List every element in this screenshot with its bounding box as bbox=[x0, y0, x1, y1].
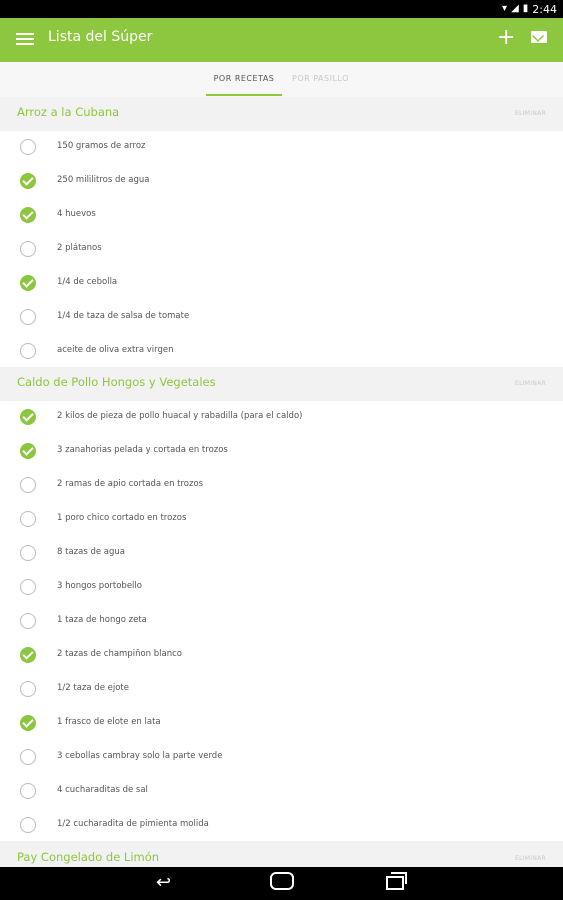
status-bar: ▾ ◢ ▮ 2:44 bbox=[0, 0, 563, 18]
ingredient-label: 2 plátanos bbox=[57, 243, 102, 253]
ingredient-item[interactable]: 250 mililitros de agua bbox=[0, 165, 563, 199]
recipe-title: Pay Congelado de Limón bbox=[17, 850, 160, 864]
ingredient-item[interactable]: 8 tazas de agua bbox=[0, 537, 563, 571]
ingredient-label: 8 tazas de agua bbox=[57, 547, 125, 557]
active-tab-indicator bbox=[206, 94, 282, 96]
checkbox[interactable] bbox=[20, 241, 36, 257]
checkbox[interactable] bbox=[20, 343, 36, 359]
ingredient-label: 2 ramas de apio cortada en trozos bbox=[57, 479, 204, 489]
checkbox[interactable] bbox=[20, 817, 36, 833]
recipe-header: Pay Congelado de Limón ELIMINAR bbox=[0, 841, 563, 867]
checkbox[interactable] bbox=[20, 139, 36, 155]
checkbox[interactable] bbox=[20, 613, 36, 629]
ingredient-label: 2 kilos de pieza de pollo huacal y rabad… bbox=[57, 411, 303, 421]
ingredient-item[interactable]: 1 poro chico cortado en trozos bbox=[0, 503, 563, 537]
ingredient-item[interactable]: 2 kilos de pieza de pollo huacal y rabad… bbox=[0, 401, 563, 435]
ingredient-item[interactable]: 2 plátanos bbox=[0, 233, 563, 267]
ingredient-label: 4 cucharaditas de sal bbox=[57, 785, 148, 795]
checkbox[interactable] bbox=[20, 647, 36, 663]
ingredient-label: 3 hongos portobello bbox=[57, 581, 142, 591]
ingredient-item[interactable]: 4 huevos bbox=[0, 199, 563, 233]
mail-icon[interactable] bbox=[531, 31, 547, 43]
checkbox[interactable] bbox=[20, 715, 36, 731]
ingredient-item[interactable]: 2 ramas de apio cortada en trozos bbox=[0, 469, 563, 503]
checkbox[interactable] bbox=[20, 749, 36, 765]
recent-apps-icon[interactable] bbox=[386, 872, 407, 890]
ingredient-item[interactable]: 1/4 de cebolla bbox=[0, 267, 563, 301]
ingredient-label: aceite de oliva extra virgen bbox=[57, 345, 174, 355]
ingredient-item[interactable]: 1/2 cucharadita de pimienta molida bbox=[0, 809, 563, 843]
checkbox[interactable] bbox=[20, 545, 36, 561]
ingredient-label: 1 frasco de elote en lata bbox=[57, 717, 161, 727]
recipe-title: Caldo de Pollo Hongos y Vegetales bbox=[17, 375, 216, 389]
delete-recipe-button[interactable]: ELIMINAR bbox=[515, 380, 546, 387]
recipe-header: Arroz a la Cubana ELIMINAR bbox=[0, 97, 563, 131]
ingredient-label: 1/2 cucharadita de pimienta molida bbox=[57, 819, 209, 829]
ingredient-label: 2 tazas de champiñon blanco bbox=[57, 649, 182, 659]
hamburger-menu-icon[interactable] bbox=[16, 30, 34, 50]
checkbox[interactable] bbox=[20, 309, 36, 325]
navigation-bar: ↩ bbox=[0, 867, 563, 900]
app-title: Lista del Súper bbox=[48, 29, 153, 45]
back-icon[interactable]: ↩ bbox=[156, 874, 171, 892]
recipe-header: Caldo de Pollo Hongos y Vegetales ELIMIN… bbox=[0, 367, 563, 401]
checkbox[interactable] bbox=[20, 783, 36, 799]
ingredient-label: 1/4 de taza de salsa de tomate bbox=[57, 311, 190, 321]
ingredient-item[interactable]: aceite de oliva extra virgen bbox=[0, 335, 563, 369]
ingredient-item[interactable]: 2 tazas de champiñon blanco bbox=[0, 639, 563, 673]
ingredient-label: 1/4 de cebolla bbox=[57, 277, 118, 287]
checkbox[interactable] bbox=[20, 681, 36, 697]
ingredient-label: 3 cebollas cambray solo la parte verde bbox=[57, 751, 223, 761]
checkbox[interactable] bbox=[20, 409, 36, 425]
checkbox[interactable] bbox=[20, 207, 36, 223]
checkbox[interactable] bbox=[20, 477, 36, 493]
recipe-title: Arroz a la Cubana bbox=[17, 105, 120, 119]
ingredient-item[interactable]: 150 gramos de arroz bbox=[0, 131, 563, 165]
ingredient-item[interactable]: 3 zanahorias pelada y cortada en trozos bbox=[0, 435, 563, 469]
battery-icon: ▮ bbox=[522, 3, 529, 14]
ingredient-item[interactable]: 1/2 taza de ejote bbox=[0, 673, 563, 707]
ingredient-item[interactable]: 1/4 de taza de salsa de tomate bbox=[0, 301, 563, 335]
ingredient-label: 4 huevos bbox=[57, 209, 96, 219]
checkbox[interactable] bbox=[20, 511, 36, 527]
ingredient-item[interactable]: 1 taza de hongo zeta bbox=[0, 605, 563, 639]
ingredient-item[interactable]: 3 cebollas cambray solo la parte verde bbox=[0, 741, 563, 775]
ingredient-label: 250 mililitros de agua bbox=[57, 175, 150, 185]
wifi-icon: ▾ bbox=[502, 3, 508, 14]
ingredient-item[interactable]: 4 cucharaditas de sal bbox=[0, 775, 563, 809]
ingredient-label: 1/2 taza de ejote bbox=[57, 683, 129, 693]
checkbox[interactable] bbox=[20, 173, 36, 189]
delete-recipe-button[interactable]: ELIMINAR bbox=[515, 855, 546, 862]
checkbox[interactable] bbox=[20, 579, 36, 595]
ingredient-item[interactable]: 3 hongos portobello bbox=[0, 571, 563, 605]
ingredient-label: 1 taza de hongo zeta bbox=[57, 615, 147, 625]
status-time: 2:44 bbox=[532, 2, 557, 16]
tab-bar: POR RECETAS POR PASILLO bbox=[0, 62, 563, 97]
home-icon[interactable] bbox=[270, 872, 294, 890]
checkbox[interactable] bbox=[20, 443, 36, 459]
ingredient-label: 3 zanahorias pelada y cortada en trozos bbox=[57, 445, 228, 455]
ingredient-label: 150 gramos de arroz bbox=[57, 141, 146, 151]
tab-por-pasillo[interactable]: POR PASILLO bbox=[292, 74, 349, 83]
signal-icon: ◢ bbox=[511, 3, 519, 14]
app-bar: Lista del Súper + bbox=[0, 18, 563, 62]
ingredient-item[interactable]: 1 frasco de elote en lata bbox=[0, 707, 563, 741]
delete-recipe-button[interactable]: ELIMINAR bbox=[515, 110, 546, 117]
ingredient-label: 1 poro chico cortado en trozos bbox=[57, 513, 187, 523]
tab-por-recetas[interactable]: POR RECETAS bbox=[206, 74, 282, 83]
add-button[interactable]: + bbox=[497, 25, 515, 51]
checkbox[interactable] bbox=[20, 275, 36, 291]
